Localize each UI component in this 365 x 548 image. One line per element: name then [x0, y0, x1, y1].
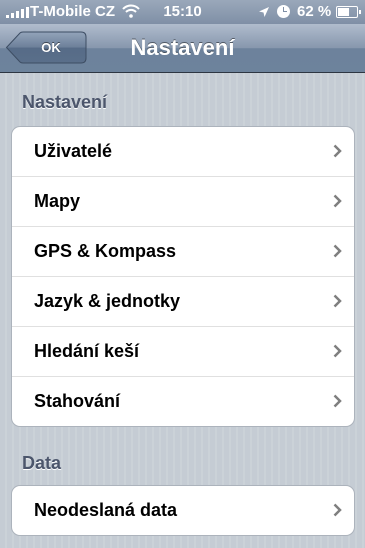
chevron-right-icon [333, 394, 342, 408]
location-arrow-icon [258, 5, 270, 22]
chevron-right-icon [333, 144, 342, 158]
settings-item-label: GPS & Kompass [34, 241, 177, 261]
settings-item-cache-search[interactable]: Hledání keší [12, 327, 354, 377]
settings-item-label: Stahování [34, 391, 121, 411]
data-item-label: Neodeslaná data [34, 500, 178, 520]
page-title: Nastavení [130, 35, 235, 60]
data-group: Neodeslaná data [11, 485, 355, 536]
settings-item-language-units[interactable]: Jazyk & jednotky [12, 277, 354, 327]
data-item-unsent[interactable]: Neodeslaná data [12, 486, 354, 535]
settings-item-label: Hledání keší [34, 341, 140, 361]
settings-item-downloads[interactable]: Stahování [12, 377, 354, 426]
status-bar: T-Mobile CZ 15:10 62 % [0, 0, 365, 24]
settings-item-users[interactable]: Uživatelé [12, 127, 354, 177]
settings-item-maps[interactable]: Mapy [12, 177, 354, 227]
section-header-data: Data [22, 453, 62, 473]
chevron-right-icon [333, 503, 342, 517]
settings-group: Uživatelé Mapy GPS & Kompass Jazyk & jed… [11, 126, 355, 427]
battery-percentage: 62 % [297, 3, 332, 20]
clock-icon [277, 5, 290, 18]
battery-icon [336, 6, 361, 18]
section-header-settings: Nastavení [22, 92, 108, 112]
chevron-right-icon [333, 294, 342, 308]
chevron-right-icon [333, 244, 342, 258]
settings-item-label: Mapy [34, 191, 81, 211]
settings-item-gps-compass[interactable]: GPS & Kompass [12, 227, 354, 277]
settings-item-label: Jazyk & jednotky [34, 291, 181, 311]
chevron-right-icon [333, 194, 342, 208]
navigation-bar: OK Nastavení [0, 24, 365, 73]
chevron-right-icon [333, 344, 342, 358]
settings-item-label: Uživatelé [34, 141, 113, 161]
